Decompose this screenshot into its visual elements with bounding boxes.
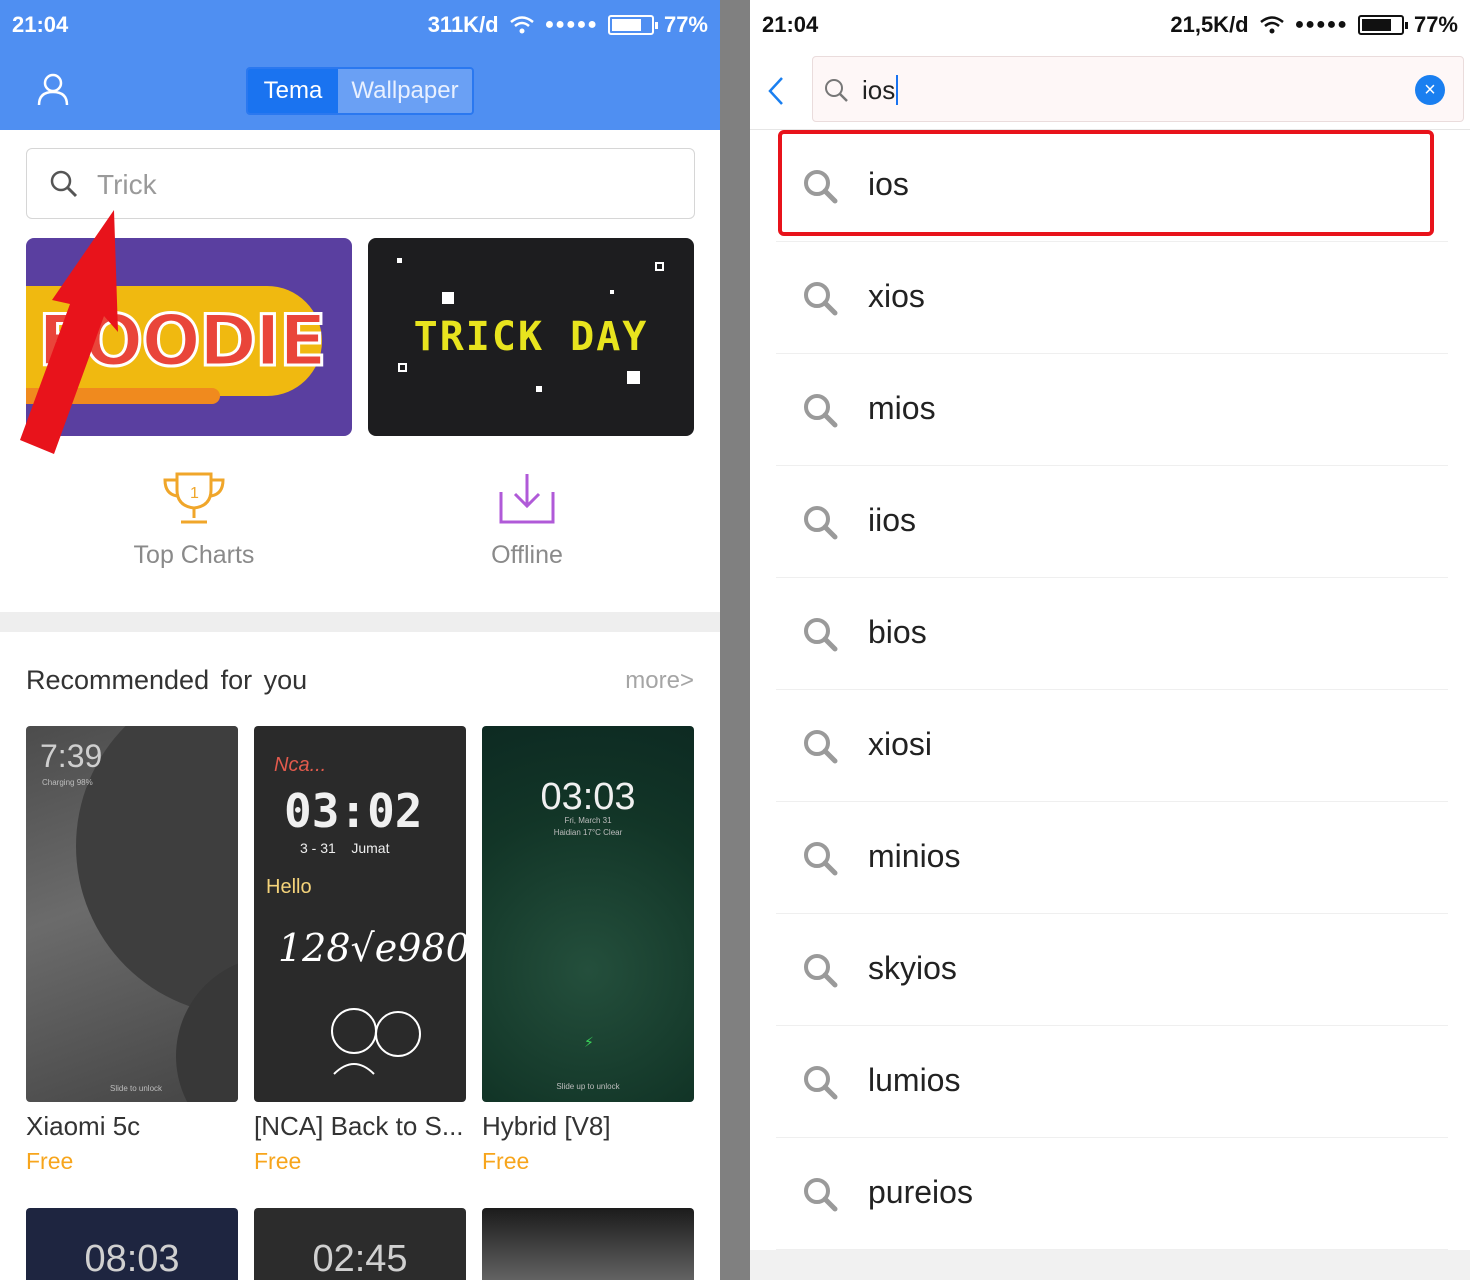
search-icon xyxy=(804,394,838,428)
theme-card[interactable]: 08:03 xyxy=(26,1208,238,1280)
highlight-box xyxy=(778,130,1434,236)
battery-percent: 77% xyxy=(1413,12,1458,37)
banner-trick-day[interactable]: TRICK DAY xyxy=(368,238,694,436)
theme-thumbnail: 7:39 Charging 98% Slide to unlock xyxy=(26,726,238,1102)
battery-percent: 77% xyxy=(663,12,708,37)
header-bar: 21:04 311K/d ●●●●● 77% Tema Wallpaper xyxy=(0,0,720,130)
wifi-icon xyxy=(1259,16,1284,34)
search-icon xyxy=(50,170,78,198)
signal-icon: ●●●●● xyxy=(1294,16,1348,33)
theme-card[interactable]: 02:45 xyxy=(254,1208,466,1280)
network-speed: 311K/d xyxy=(427,12,499,37)
theme-card-hybrid-v8[interactable]: 03:03 Fri, March 31 Haidian 17°C Clear S… xyxy=(482,726,694,1175)
status-bar: 21:04 311K/d ●●●●● 77% xyxy=(0,0,720,52)
network-speed: 21,5K/d xyxy=(1170,12,1249,37)
suggestion-item-mios[interactable]: mios xyxy=(776,354,1448,466)
suggestion-item-lumios[interactable]: lumios xyxy=(776,1026,1448,1138)
suggestion-label: pureios xyxy=(868,1174,973,1210)
top-charts-link[interactable]: 1 Top Charts xyxy=(94,470,294,570)
clear-icon[interactable]: × xyxy=(1415,75,1445,105)
suggestion-item-bios[interactable]: bios xyxy=(776,578,1448,690)
search-input[interactable]: ios × xyxy=(812,56,1464,122)
offline-link[interactable]: Offline xyxy=(427,470,627,570)
battery-icon xyxy=(1357,15,1408,35)
search-suggestions-screen: 21:04 21,5K/d ●●●●● 77% ios × ios xios mio… xyxy=(750,0,1470,1280)
search-icon xyxy=(804,842,838,876)
category-toggle: Tema Wallpaper xyxy=(246,67,474,115)
theme-name: [NCA] Back to S... xyxy=(254,1111,464,1141)
download-icon xyxy=(499,474,555,524)
theme-price: Free xyxy=(482,1148,530,1174)
suggestion-label: bios xyxy=(868,614,927,650)
suggestion-item-xiosi[interactable]: xiosi xyxy=(776,690,1448,802)
charging-icon: ⚡ xyxy=(584,1034,594,1050)
top-charts-label: Top Charts xyxy=(133,541,255,569)
theme-name: Xiaomi 5c xyxy=(26,1111,141,1141)
search-bar: ios × xyxy=(750,52,1470,130)
offline-label: Offline xyxy=(491,541,563,569)
text-cursor xyxy=(896,75,899,105)
search-placeholder: Trick xyxy=(97,169,157,200)
theme-card[interactable] xyxy=(482,1208,694,1280)
recommended-title: Recommended for you xyxy=(26,665,308,695)
search-icon xyxy=(804,506,838,540)
theme-store-home-screen: 21:04 311K/d ●●●●● 77% Tema Wallpaper Tr… xyxy=(0,0,720,1280)
suggestion-item-iios[interactable]: iios xyxy=(776,466,1448,578)
suggestion-label: minios xyxy=(868,838,961,874)
theme-price: Free xyxy=(254,1148,302,1174)
tab-wallpaper[interactable]: Wallpaper xyxy=(338,69,472,113)
status-time: 21:04 xyxy=(12,12,69,37)
banner-trick-day-text: TRICK DAY xyxy=(413,314,649,360)
search-icon xyxy=(804,954,838,988)
more-link[interactable]: more> xyxy=(625,667,694,695)
search-icon xyxy=(804,282,838,316)
status-time: 21:04 xyxy=(762,12,819,37)
suggestion-label: mios xyxy=(868,390,936,426)
trophy-icon: 1 xyxy=(163,472,225,524)
red-arrow-annotation xyxy=(20,210,118,454)
battery-icon xyxy=(607,15,658,35)
search-icon xyxy=(825,79,848,102)
suggestion-label: skyios xyxy=(868,950,957,986)
theme-thumbnail: 03:03 Fri, March 31 Haidian 17°C Clear S… xyxy=(482,726,694,1102)
theme-card-nca[interactable]: Nca... 03:02 3 - 31 Jumat Hello 128√e980… xyxy=(254,726,466,1175)
search-box[interactable]: Trick xyxy=(26,148,695,219)
search-icon xyxy=(804,1066,838,1100)
suggestion-item-xios[interactable]: xios xyxy=(776,242,1448,354)
svg-text:1: 1 xyxy=(190,485,199,502)
theme-thumbnail: Nca... 03:02 3 - 31 Jumat Hello 128√e980 xyxy=(254,726,466,1102)
suggestion-item-skyios[interactable]: skyios xyxy=(776,914,1448,1026)
theme-card-xiaomi-5c[interactable]: 7:39 Charging 98% Slide to unlock Xiaomi… xyxy=(26,726,238,1175)
search-query: ios xyxy=(862,75,896,105)
search-icon xyxy=(804,618,838,652)
theme-name: Hybrid [V8] xyxy=(482,1111,611,1141)
suggestion-label: xios xyxy=(868,278,925,314)
suggestion-item-minios[interactable]: minios xyxy=(776,802,1448,914)
wifi-icon xyxy=(509,16,534,34)
suggestion-label: iios xyxy=(868,502,917,538)
suggestion-item-pureios[interactable]: pureios xyxy=(776,1138,1448,1250)
tab-tema[interactable]: Tema xyxy=(248,69,338,113)
search-icon xyxy=(804,730,838,764)
back-arrow-icon[interactable] xyxy=(766,74,786,108)
status-bar: 21:04 21,5K/d ●●●●● 77% xyxy=(750,0,1470,52)
theme-price: Free xyxy=(26,1148,74,1174)
search-icon xyxy=(804,1178,838,1212)
suggestion-label: xiosi xyxy=(868,726,933,762)
user-profile-icon[interactable] xyxy=(36,72,70,106)
suggestion-label: lumios xyxy=(868,1062,961,1098)
signal-icon: ●●●●● xyxy=(544,16,598,33)
